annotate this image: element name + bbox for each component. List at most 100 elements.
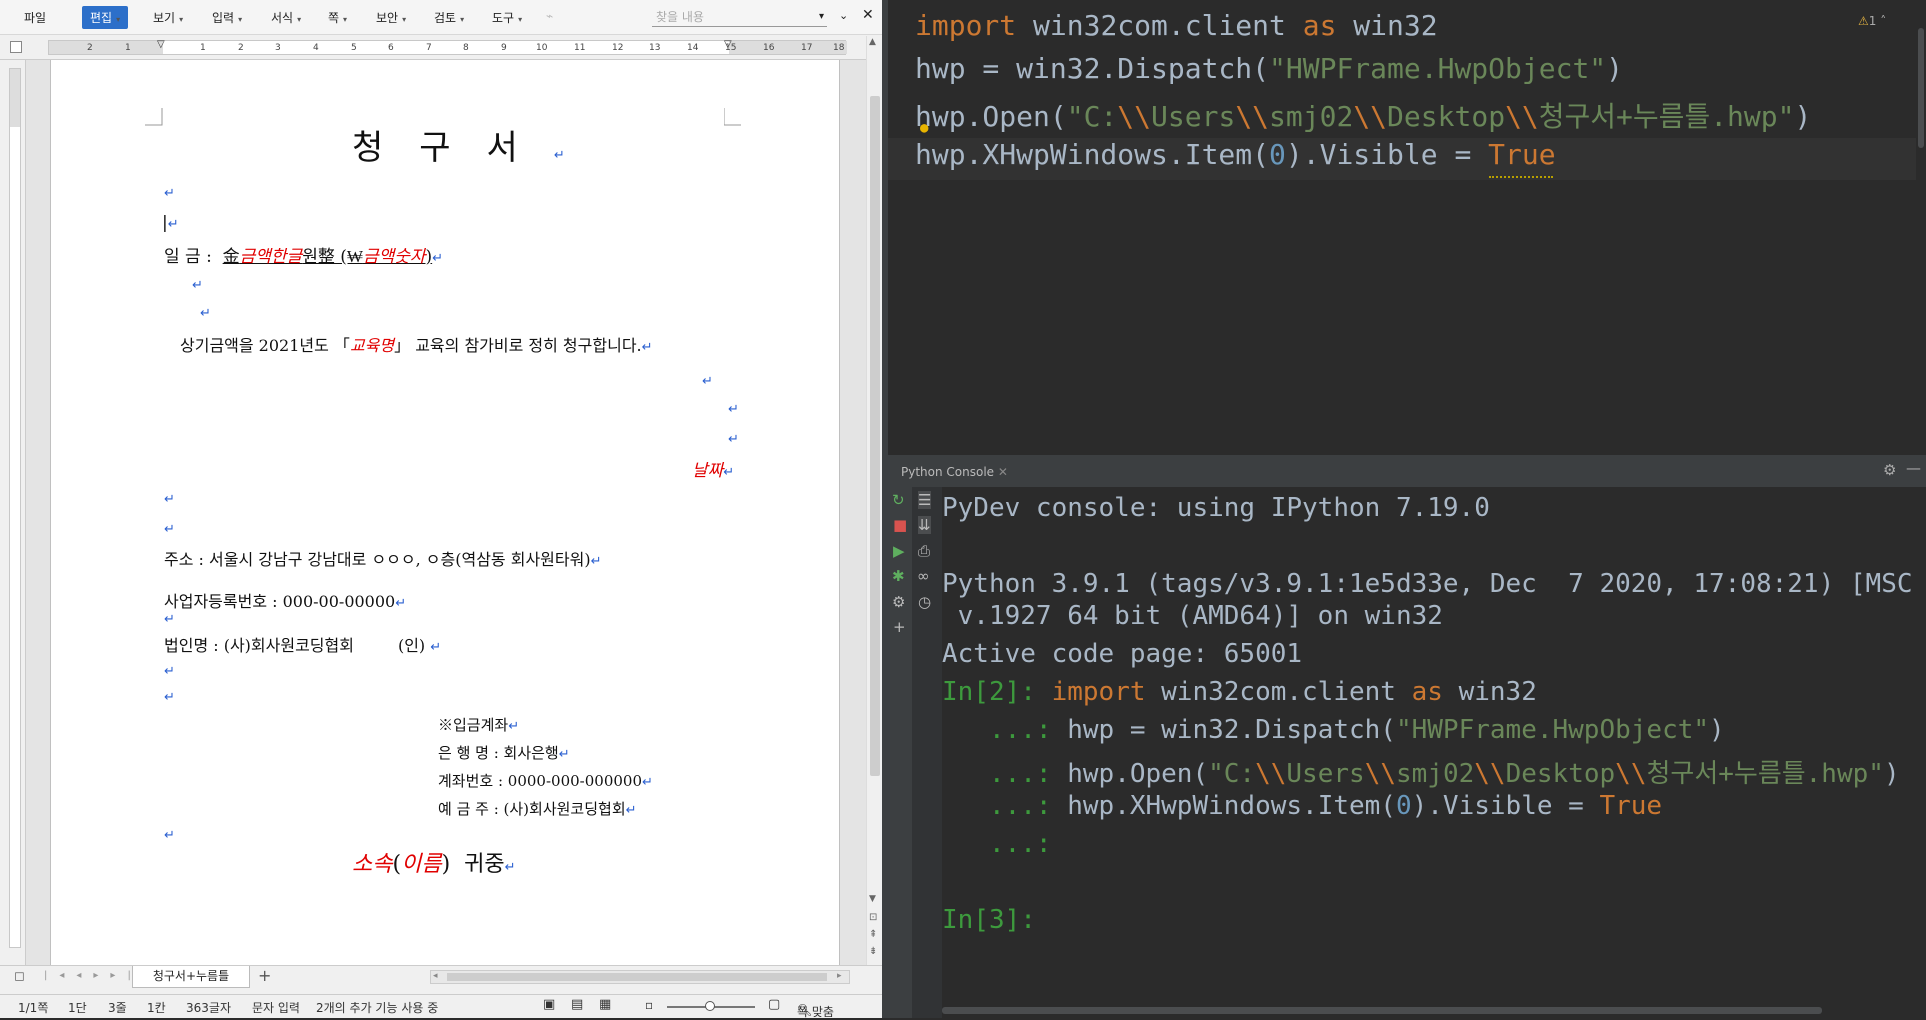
add-tab-icon[interactable]: +: [258, 966, 271, 985]
menu-format[interactable]: 서식 ▾: [271, 9, 301, 26]
view-web-icon[interactable]: ▤: [571, 997, 583, 1012]
biz-number-text: 사업자등록번호 : 000-00-00000: [164, 592, 396, 611]
scroll-up-icon[interactable]: ▲: [869, 37, 876, 47]
page-prev-icon[interactable]: ⊡: [869, 912, 877, 923]
ruler-corner-icon[interactable]: [10, 41, 22, 53]
vertical-ruler-track: [9, 68, 21, 948]
course-name-field[interactable]: 교육명: [350, 336, 394, 355]
chevron-down-icon: ▾: [297, 15, 302, 24]
name-field[interactable]: 이름: [401, 852, 441, 877]
paragraph-mark: ↵: [625, 803, 637, 818]
scroll-down-icon[interactable]: ▼: [869, 894, 876, 904]
code-token: win32com.client: [1016, 9, 1303, 42]
console-line: In[2]: import win32com.client as win32: [942, 677, 1537, 707]
zoom-slider-handle[interactable]: [705, 1001, 715, 1011]
horizontal-scrollbar[interactable]: ◂ ▸: [430, 970, 850, 984]
console-output[interactable]: PyDev console: using IPython 7.19.0 Pyth…: [942, 487, 1926, 1018]
editor-scroll-thumb[interactable]: [1918, 28, 1924, 148]
console-token: smj02: [1396, 759, 1475, 789]
document-tab[interactable]: 청구서+누름틀: [132, 966, 250, 988]
search-input[interactable]: 찾을 내용: [652, 8, 827, 27]
scrollbar-thumb[interactable]: [870, 96, 880, 776]
editor-scrollbar[interactable]: [1916, 0, 1926, 455]
code-editor[interactable]: import win32com.client as win32 hwp = wi…: [888, 0, 1926, 455]
paragraph-mark: ↵: [504, 860, 516, 875]
menu-review[interactable]: 검토 ▾: [434, 9, 464, 26]
status-line: 3줄: [108, 1001, 127, 1015]
page-up-icon[interactable]: ⇞: [869, 929, 877, 940]
minimize-icon[interactable]: —: [1906, 459, 1921, 477]
history-icon[interactable]: ◷: [918, 593, 931, 611]
add-icon[interactable]: +: [893, 618, 906, 636]
console-tab[interactable]: Python Console ✕: [901, 465, 1008, 479]
menu-file[interactable]: 파일: [24, 9, 46, 26]
status-addons[interactable]: 2개의 추가 기능 사용 중: [316, 999, 438, 1016]
menu-insert[interactable]: 입력 ▾: [212, 9, 242, 26]
menu-tools[interactable]: 도구 ▾: [492, 9, 522, 26]
stop-icon[interactable]: ■: [893, 516, 907, 534]
console-token: True: [1599, 791, 1663, 821]
search-dropdown-icon[interactable]: ▾: [819, 11, 824, 22]
account-header-line: ※입금계좌↵: [438, 714, 519, 735]
console-horizontal-scrollbar[interactable]: [942, 1005, 1926, 1015]
menu-security[interactable]: 보안 ▾: [376, 9, 406, 26]
menu-page-label: 쪽: [328, 11, 340, 25]
seal-text: (인): [397, 636, 426, 655]
soft-wrap-icon[interactable]: ☰: [918, 491, 932, 509]
sheet-view-icon[interactable]: ◻: [14, 969, 25, 984]
lightbulb-icon[interactable]: ●: [920, 120, 928, 136]
rerun-icon[interactable]: ↻: [892, 491, 905, 509]
amount-number-field[interactable]: 금액숫자: [363, 247, 426, 267]
print-icon[interactable]: ⎙: [918, 542, 930, 560]
horizontal-scroll-thumb[interactable]: [447, 973, 827, 981]
menu-edit[interactable]: 편집 ▾: [82, 6, 129, 29]
ruler-number: 14: [687, 43, 699, 53]
fit-page-label: 쪽 맞춤: [797, 1005, 834, 1019]
console-token: "HWPFrame.HwpObject": [1395, 715, 1710, 745]
zoom-slider[interactable]: [667, 1001, 755, 1011]
corp-name-line: 법인명 : (사)회사원코딩협회 (인) ↵: [164, 632, 441, 656]
page-down-icon[interactable]: ⇟: [869, 946, 877, 957]
scroll-right-icon[interactable]: ▸: [837, 971, 842, 981]
scroll-to-end-icon[interactable]: ⇊: [918, 516, 931, 534]
console-scroll-thumb[interactable]: [942, 1007, 1822, 1014]
zoom-out-icon[interactable]: ▫: [645, 998, 653, 1012]
show-variables-icon[interactable]: ∞: [917, 567, 930, 585]
indent-marker-icon[interactable]: ▽: [157, 39, 165, 50]
close-tab-icon[interactable]: ✕: [998, 465, 1008, 479]
menu-page[interactable]: 쪽 ▾: [328, 9, 347, 26]
scroll-left-icon[interactable]: ◂: [433, 971, 438, 981]
console-token: ...:: [942, 759, 1068, 789]
vertical-ruler[interactable]: [0, 60, 26, 965]
status-char-count: 363글자: [186, 1001, 231, 1015]
close-icon[interactable]: ✕: [862, 7, 874, 23]
code-token: Desktop: [1387, 100, 1506, 133]
console-header: Python Console ✕ ⚙ —: [888, 455, 1926, 487]
menu-view[interactable]: 보기 ▾: [153, 9, 183, 26]
tab-nav-arrows-icon[interactable]: |◂◂▸▸|: [44, 970, 143, 981]
gear-icon[interactable]: ⚙: [1883, 461, 1896, 479]
right-indent-marker-icon[interactable]: ▽: [724, 39, 732, 50]
paragraph-mark: ↵: [558, 747, 570, 762]
vertical-scrollbar[interactable]: ▲ ▼ ⊡ ⇞ ⇟: [866, 36, 882, 965]
debug-icon[interactable]: ✱: [892, 567, 905, 585]
console-token: win32com.client: [1145, 677, 1412, 707]
console-token: ).Visible =: [1411, 791, 1600, 821]
view-full-icon[interactable]: ▦: [599, 997, 611, 1012]
warning-indicator[interactable]: ⚠1 ˄: [1858, 14, 1886, 28]
status-input-mode[interactable]: 문자 입력: [252, 999, 300, 1016]
console-line[interactable]: In[3]:: [942, 905, 1036, 935]
warning-icon: ⚠: [1858, 14, 1869, 28]
department-field[interactable]: 소속: [352, 852, 392, 877]
run-icon[interactable]: ▶: [893, 542, 905, 560]
zoom-in-icon[interactable]: ▢: [768, 997, 780, 1012]
ruler-margin-left: [49, 41, 163, 54]
settings-icon[interactable]: ⚙: [892, 593, 905, 611]
amount-korean-field[interactable]: 금액한글: [240, 247, 303, 267]
view-normal-icon[interactable]: ▣: [543, 997, 555, 1012]
horizontal-ruler[interactable]: 2 1 1 2 3 4 5 6 7 8 9 10 11 12 13 14 15 …: [0, 36, 866, 60]
search-next-icon[interactable]: ⌄: [839, 9, 848, 22]
console-toolbar-right: ☰ ⇊ ⎙ ∞ ◷: [912, 487, 942, 1018]
date-field[interactable]: 날짜: [692, 461, 723, 481]
toolbar-extra-icon[interactable]: ⌁: [546, 9, 553, 23]
